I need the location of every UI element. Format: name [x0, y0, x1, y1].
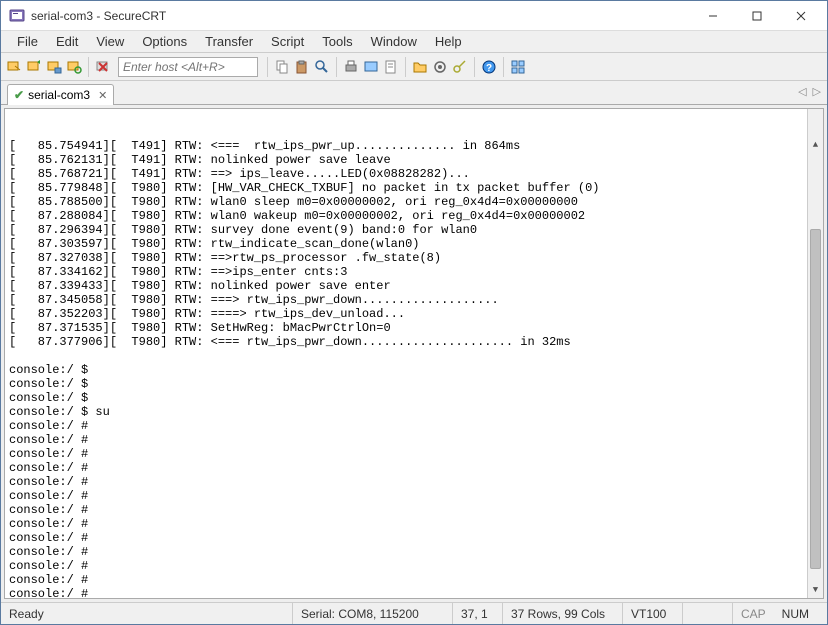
svg-text:?: ?: [486, 63, 492, 74]
tabbar: ✔ serial-com3 ✕ ◁ ▷: [1, 81, 827, 105]
scroll-up-icon[interactable]: ▲: [808, 137, 823, 153]
session-icon[interactable]: [362, 58, 380, 76]
find-icon[interactable]: [313, 58, 331, 76]
status-num: NUM: [774, 603, 817, 624]
menu-edit[interactable]: Edit: [48, 32, 86, 51]
quickconnect-icon[interactable]: [25, 58, 43, 76]
terminal-wrap: [ 85.754941][ T491] RTW: <=== rtw_ips_pw…: [1, 105, 827, 602]
key-icon[interactable]: [451, 58, 469, 76]
tab-next-icon[interactable]: ▷: [813, 85, 821, 98]
toolbar-sep: [88, 57, 89, 77]
status-cursor-pos: 37, 1: [453, 603, 503, 624]
toolbar-sep: [503, 57, 504, 77]
settings-icon[interactable]: [431, 58, 449, 76]
toolbar-sep: [267, 57, 268, 77]
copy-icon[interactable]: [273, 58, 291, 76]
tile-icon[interactable]: [509, 58, 527, 76]
tab-serial-com3[interactable]: ✔ serial-com3 ✕: [7, 84, 114, 105]
host-input[interactable]: [118, 57, 258, 77]
connect-bar-icon[interactable]: [45, 58, 63, 76]
app-icon: [9, 8, 25, 24]
status-ready: Ready: [1, 603, 293, 624]
disconnect-icon[interactable]: [94, 58, 112, 76]
scrollbar[interactable]: ▲ ▼: [807, 109, 823, 598]
statusbar: Ready Serial: COM8, 115200 37, 1 37 Rows…: [1, 602, 827, 624]
help-icon[interactable]: ?: [480, 58, 498, 76]
paste-icon[interactable]: [293, 58, 311, 76]
connect-icon[interactable]: [5, 58, 23, 76]
reconnect-icon[interactable]: [65, 58, 83, 76]
tab-close-icon[interactable]: ✕: [98, 89, 107, 102]
menu-view[interactable]: View: [88, 32, 132, 51]
check-icon: ✔: [14, 88, 24, 102]
maximize-button[interactable]: [735, 2, 779, 30]
status-port: Serial: COM8, 115200: [293, 603, 453, 624]
status-size: 37 Rows, 99 Cols: [503, 603, 623, 624]
menu-script[interactable]: Script: [263, 32, 312, 51]
status-emulation: VT100: [623, 603, 683, 624]
print-icon[interactable]: [342, 58, 360, 76]
menu-help[interactable]: Help: [427, 32, 470, 51]
terminal[interactable]: [ 85.754941][ T491] RTW: <=== rtw_ips_pw…: [4, 108, 824, 599]
window-title: serial-com3 - SecureCRT: [31, 9, 691, 23]
menu-file[interactable]: File: [9, 32, 46, 51]
close-button[interactable]: [779, 2, 823, 30]
toolbar-sep: [336, 57, 337, 77]
menu-options[interactable]: Options: [134, 32, 195, 51]
minimize-button[interactable]: [691, 2, 735, 30]
toolbar-sep: [474, 57, 475, 77]
toolbar: ?: [1, 53, 827, 81]
toolbar-sep: [405, 57, 406, 77]
tab-label: serial-com3: [28, 88, 90, 102]
folder-icon[interactable]: [411, 58, 429, 76]
log-icon[interactable]: [382, 58, 400, 76]
menu-transfer[interactable]: Transfer: [197, 32, 261, 51]
menu-window[interactable]: Window: [363, 32, 425, 51]
menu-tools[interactable]: Tools: [314, 32, 360, 51]
terminal-output: [ 85.754941][ T491] RTW: <=== rtw_ips_pw…: [9, 139, 819, 599]
menubar: File Edit View Options Transfer Script T…: [1, 31, 827, 53]
titlebar: serial-com3 - SecureCRT: [1, 1, 827, 31]
scroll-thumb[interactable]: [810, 229, 821, 569]
tab-prev-icon[interactable]: ◁: [798, 85, 806, 98]
scroll-down-icon[interactable]: ▼: [808, 582, 823, 598]
status-cap: CAP: [733, 603, 774, 624]
